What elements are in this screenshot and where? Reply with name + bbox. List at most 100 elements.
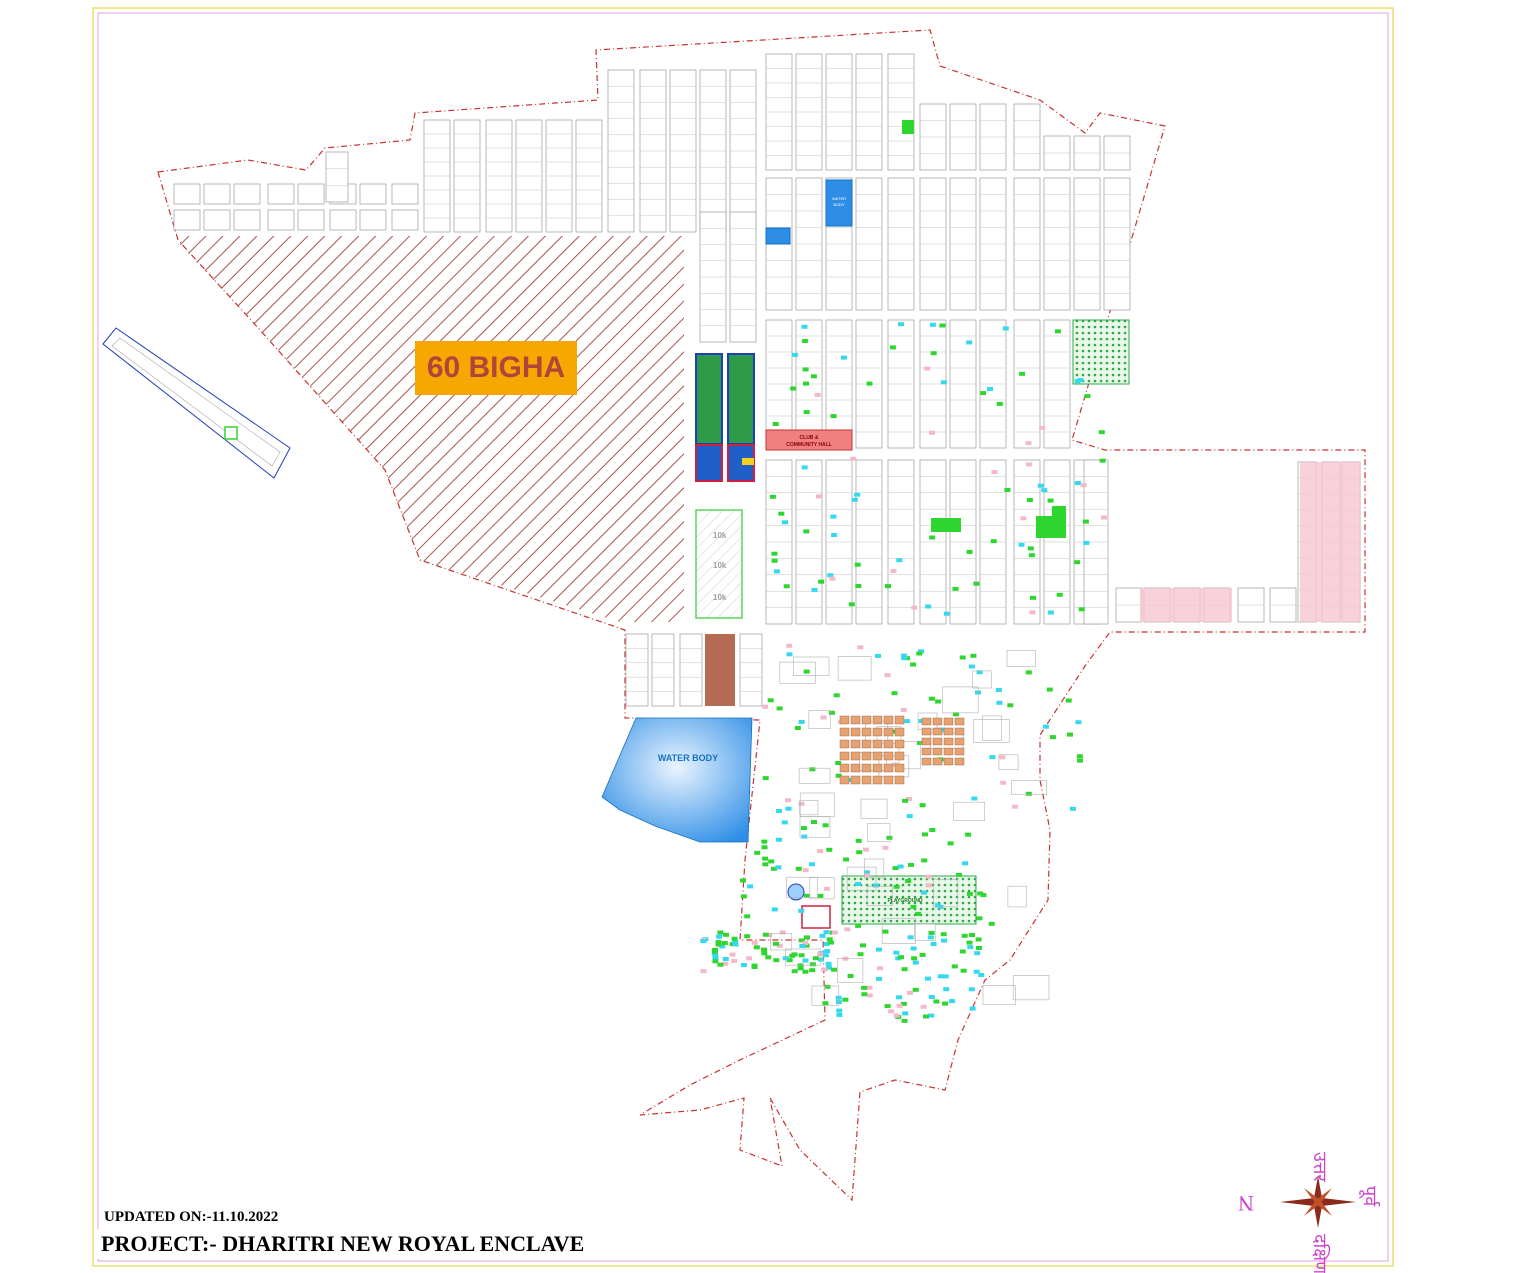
plot-marker [762, 776, 769, 781]
plot-marker [817, 849, 824, 854]
plot-outline [953, 801, 986, 821]
plot-marker [916, 651, 923, 656]
plot-marker [773, 958, 780, 963]
plot-marker [747, 884, 754, 889]
plot-marker [836, 1008, 843, 1013]
plot-marker [893, 950, 900, 955]
plot-marker [890, 569, 897, 573]
plot-marker [1077, 378, 1084, 383]
plot-marker [1028, 553, 1035, 558]
plot-marker [999, 755, 1006, 760]
plot-marker [1049, 735, 1056, 740]
plot-marker [1025, 670, 1032, 675]
plot-marker [746, 956, 753, 961]
plot-block [233, 209, 261, 231]
plot-block [297, 209, 325, 231]
plot-marker [850, 456, 857, 461]
plot-marker [875, 653, 881, 658]
plot-marker [831, 930, 838, 935]
plot-marker [795, 866, 802, 871]
plot-marker [988, 921, 995, 926]
plot-marker [1011, 804, 1018, 809]
building-unit [883, 715, 894, 725]
plot-marker [866, 993, 873, 998]
plot-marker [761, 845, 768, 850]
plot-marker [812, 956, 819, 961]
plot-marker [928, 1013, 935, 1018]
plot-marker [910, 904, 917, 909]
plot-marker [940, 932, 947, 937]
plot-marker [783, 584, 790, 589]
plot-marker [751, 940, 758, 945]
plot-marker [823, 930, 830, 935]
plot-marker [732, 942, 739, 947]
plot-marker [1018, 542, 1025, 547]
plot-marker [969, 933, 976, 937]
plot-marker [977, 891, 984, 896]
plot-block [679, 633, 703, 707]
plot-marker [712, 955, 719, 960]
plot-marker [902, 798, 909, 803]
plot-marker [819, 933, 826, 938]
building-unit [861, 763, 872, 773]
plot-marker [700, 939, 707, 944]
plot-marker [762, 704, 769, 709]
plot-marker [900, 653, 907, 658]
plot-marker [884, 673, 891, 678]
plot-marker [801, 324, 808, 329]
plot-marker [928, 995, 935, 999]
plot-marker [961, 933, 968, 938]
building-unit [839, 715, 850, 725]
plot-outline [982, 985, 1016, 1006]
building-unit [861, 715, 872, 725]
plot-marker [962, 861, 969, 866]
plot-marker [811, 820, 817, 824]
building-unit [954, 727, 965, 736]
plot-block [651, 633, 675, 707]
plot-marker [888, 1009, 895, 1014]
plot-marker [1029, 610, 1036, 615]
plot-marker [822, 953, 829, 958]
plot-marker [786, 643, 793, 648]
plot-marker [1039, 425, 1046, 430]
plot-marker [754, 850, 761, 855]
plot-marker [1099, 458, 1106, 463]
plot-marker [768, 859, 775, 864]
building-unit [861, 775, 872, 785]
plot-marker [996, 401, 1003, 406]
club-label-1: CLUB & [800, 435, 819, 441]
plot-marker [731, 936, 738, 941]
left-strip-plots [102, 327, 291, 479]
building-unit [861, 751, 872, 761]
plot-marker [797, 966, 804, 971]
plot-marker [960, 968, 967, 973]
building-unit [954, 747, 965, 756]
plot-marker [929, 828, 936, 832]
plot-block [359, 209, 387, 231]
compass-rose: N [1238, 1176, 1356, 1228]
plot-marker [1027, 546, 1034, 551]
plot-outline [1007, 885, 1027, 908]
building-unit [872, 775, 883, 785]
plot-marker [776, 837, 782, 842]
building-unit [839, 739, 850, 749]
project-title: PROJECT:- DHARITRI NEW ROYAL ENCLAVE [96, 1229, 649, 1259]
building-unit [954, 717, 965, 726]
plot-marker [921, 858, 928, 863]
plot-marker [1046, 687, 1053, 692]
building-unit [850, 739, 861, 749]
plot-marker [857, 645, 864, 650]
plot-marker [809, 862, 815, 867]
plot-marker [897, 864, 904, 869]
plot-marker [744, 934, 751, 939]
plot-marker [966, 549, 973, 554]
plot-marker [904, 719, 911, 724]
plot-marker [924, 366, 931, 371]
tank-label-3: 10k [713, 593, 727, 602]
plot-marker [801, 339, 808, 343]
building-unit [861, 727, 872, 737]
plot-marker [843, 857, 850, 862]
plot-marker [1078, 607, 1085, 612]
water-body-large-label: WATER BODY [658, 753, 718, 763]
plot-marker [928, 930, 935, 935]
